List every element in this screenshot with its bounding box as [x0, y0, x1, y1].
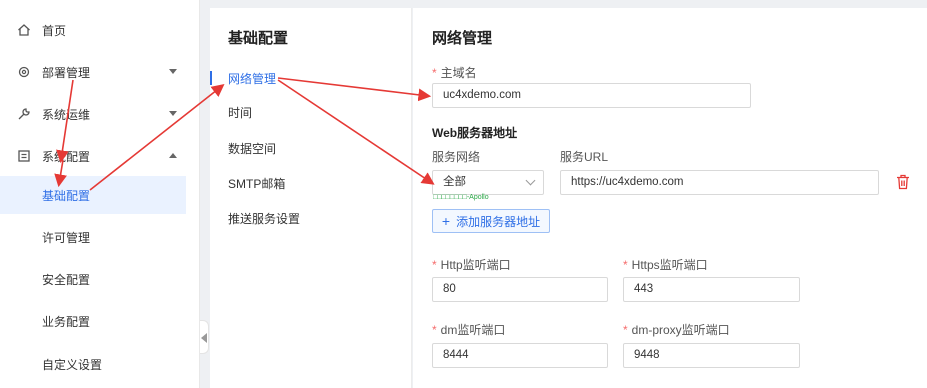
required-mark: *	[432, 66, 437, 80]
config-menu-item-network[interactable]: 网络管理	[228, 70, 276, 87]
add-server-address-button[interactable]: + 添加服务器地址	[432, 209, 550, 233]
service-network-label: 服务网络	[432, 150, 481, 164]
service-network-value: 全部	[443, 176, 466, 188]
settings-panel-icon	[18, 150, 30, 162]
sidebar-item-home[interactable]: 首页	[0, 15, 200, 45]
sidebar-subitem-label: 自定义设置	[42, 357, 103, 372]
add-server-address-label: 添加服务器地址	[456, 214, 541, 229]
page-title: 网络管理	[432, 30, 493, 47]
dm-port-input[interactable]: 8444	[432, 343, 608, 368]
network-settings-panel: 网络管理 * 主域名 uc4xdemo.com Web服务器地址 服务网络 服务U…	[413, 8, 927, 388]
config-menu-panel: 基础配置 网络管理 时间 数据空间 SMTP邮箱 推送服务设置	[210, 8, 412, 388]
domain-label-text: 主域名	[440, 66, 477, 80]
required-mark: *	[623, 258, 628, 272]
required-mark: *	[623, 323, 628, 337]
sidebar-subitem-license[interactable]: 许可管理	[0, 218, 186, 256]
sidebar: 首页 部署管理 系统运维 系统配置 基础配置 许可管理 安全配置 业务配置 自定…	[0, 0, 200, 388]
config-menu-item-time[interactable]: 时间	[228, 104, 252, 121]
sidebar-item-deploy[interactable]: 部署管理	[0, 57, 200, 87]
config-menu-title: 基础配置	[228, 30, 289, 47]
service-url-label: 服务URL	[560, 150, 609, 164]
http-port-label-text: Http监听端口	[440, 258, 511, 272]
sidebar-item-label: 系统配置	[42, 149, 91, 164]
sidebar-subitem-basic[interactable]: 基础配置	[0, 176, 186, 214]
plus-icon: +	[441, 213, 451, 229]
dm-proxy-port-label: * dm-proxy监听端口	[623, 321, 730, 338]
http-port-label: * Http监听端口	[432, 256, 511, 273]
wrench-icon	[18, 108, 30, 120]
domain-label: * 主域名	[432, 64, 477, 81]
collapse-sidebar-handle[interactable]	[200, 320, 209, 354]
gear-icon	[18, 66, 30, 78]
delete-icon[interactable]	[896, 174, 910, 190]
chevron-left-icon	[201, 333, 207, 343]
dm-proxy-port-input[interactable]: 9448	[623, 343, 800, 368]
https-port-label-text: Https监听端口	[631, 258, 708, 272]
dm-port-label: * dm监听端口	[432, 321, 505, 338]
sidebar-subitem-security[interactable]: 安全配置	[0, 260, 186, 298]
sidebar-item-label: 首页	[42, 23, 67, 38]
http-port-input[interactable]: 80	[432, 277, 608, 302]
sidebar-item-label: 部署管理	[42, 65, 91, 80]
chevron-up-icon	[169, 153, 177, 158]
domain-input[interactable]: uc4xdemo.com	[432, 83, 751, 108]
web-server-section-title: Web服务器地址	[432, 126, 518, 140]
sidebar-subitem-label: 基础配置	[42, 188, 91, 203]
https-port-label: * Https监听端口	[623, 256, 708, 273]
config-menu-item-push[interactable]: 推送服务设置	[228, 210, 300, 227]
config-menu-item-dataspace[interactable]: 数据空间	[228, 140, 276, 157]
service-network-select[interactable]: 全部	[432, 170, 544, 195]
service-url-input[interactable]: https://uc4xdemo.com	[560, 170, 879, 195]
sidebar-item-ops[interactable]: 系统运维	[0, 99, 200, 129]
sidebar-subitem-label: 业务配置	[42, 314, 91, 329]
dm-port-label-text: dm监听端口	[440, 323, 506, 337]
chevron-down-icon	[525, 175, 536, 186]
sidebar-item-label: 系统运维	[42, 107, 91, 122]
sidebar-subitem-business[interactable]: 业务配置	[0, 302, 186, 340]
required-mark: *	[432, 258, 437, 272]
chevron-down-icon	[169, 111, 177, 116]
select-hint-text: □□□□□□□□-Apollo	[433, 194, 489, 201]
dm-proxy-port-label-text: dm-proxy监听端口	[631, 323, 730, 337]
chevron-down-icon	[169, 69, 177, 74]
sidebar-subitem-custom[interactable]: 自定义设置	[0, 345, 186, 383]
active-indicator	[210, 71, 212, 85]
sidebar-item-sysconfig[interactable]: 系统配置	[0, 141, 200, 171]
https-port-input[interactable]: 443	[623, 277, 800, 302]
sidebar-subitem-label: 安全配置	[42, 272, 91, 287]
config-menu-item-smtp[interactable]: SMTP邮箱	[228, 175, 285, 192]
home-icon	[18, 24, 30, 36]
sidebar-subitem-label: 许可管理	[42, 230, 91, 245]
required-mark: *	[432, 323, 437, 337]
